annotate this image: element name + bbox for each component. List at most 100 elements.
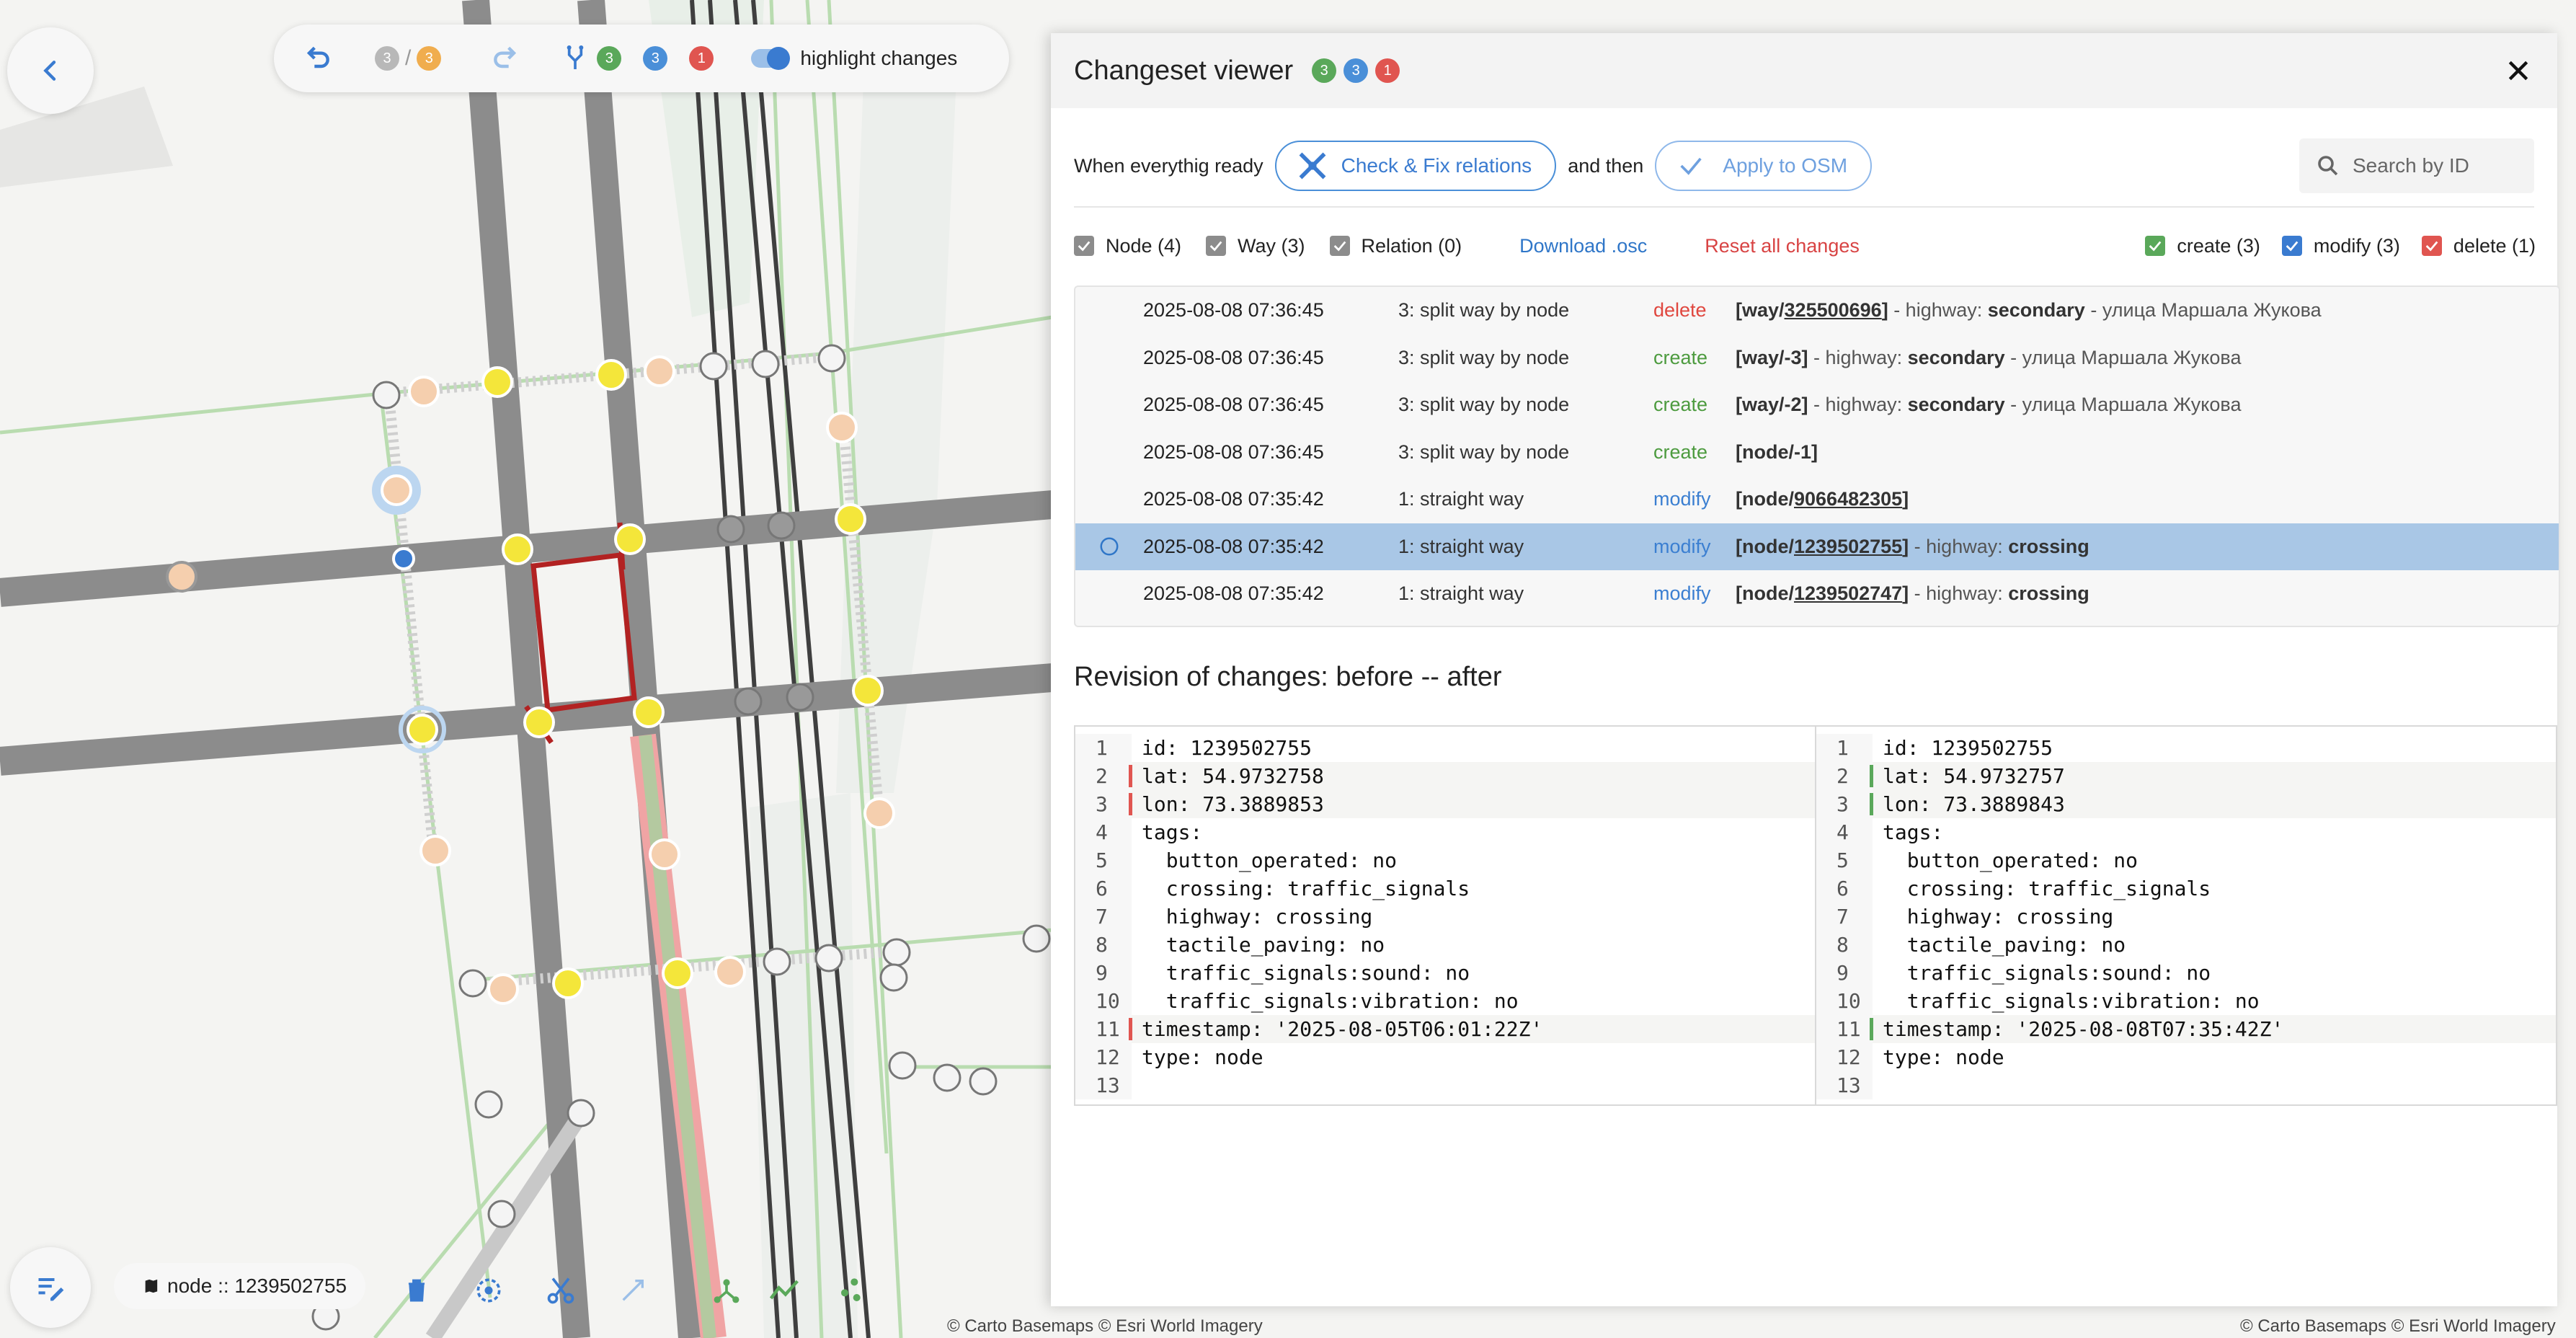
filter-delete-checkbox[interactable]: delete (1) bbox=[2421, 235, 2536, 257]
check-icon bbox=[1078, 241, 1091, 252]
header-create-badge: 3 bbox=[1312, 58, 1337, 83]
row-name: - улица Маршала Жукова bbox=[2004, 394, 2242, 416]
table-row-selected[interactable]: 2025-08-08 07:35:42 1: straight way modi… bbox=[1075, 523, 2559, 570]
chevron-left-icon bbox=[43, 61, 56, 81]
row-action: create bbox=[1653, 394, 1708, 416]
line-number: 6 bbox=[1816, 874, 1873, 903]
check-icon bbox=[2286, 241, 2299, 252]
header-delete-badge: 1 bbox=[1375, 58, 1400, 83]
toggle-switch[interactable] bbox=[751, 47, 791, 70]
code-text: highway: crossing bbox=[1883, 905, 2114, 929]
history-separator: / bbox=[405, 46, 412, 70]
line-number: 9 bbox=[1816, 959, 1873, 987]
node-branch-tool-button[interactable] bbox=[703, 1267, 750, 1313]
download-osc-link[interactable]: Download .osc bbox=[1519, 235, 1647, 257]
row-time: 2025-08-08 07:35:42 bbox=[1143, 535, 1324, 557]
row-time: 2025-08-08 07:35:42 bbox=[1143, 488, 1324, 510]
code-line: 7 highway: crossing bbox=[1075, 903, 1815, 931]
line-number: 4 bbox=[1075, 818, 1132, 846]
close-button[interactable] bbox=[2501, 53, 2536, 88]
changes-table: 2025-08-08 07:36:45 3: split way by node… bbox=[1074, 285, 2560, 627]
diff-after-pane: 1 id: 1239502755 2 lat: 54.9732757 3 lon: 73.… bbox=[1815, 725, 2557, 1106]
row-op: : split way by node bbox=[1409, 440, 1570, 463]
line-number: 5 bbox=[1816, 846, 1873, 874]
row-op-num: 3 bbox=[1398, 299, 1410, 322]
row-action: modify bbox=[1653, 535, 1711, 557]
table-row[interactable]: 2025-08-08 07:36:45 3: split way by node… bbox=[1075, 381, 2559, 429]
filter-create-checkbox[interactable]: create (3) bbox=[2145, 235, 2260, 257]
history-current-badge: 3 bbox=[375, 46, 399, 71]
code-line: 4 tags: bbox=[1816, 818, 2556, 846]
straighten-tool-button[interactable] bbox=[610, 1267, 656, 1313]
merge-icon bbox=[567, 45, 584, 69]
code-text: tags: bbox=[1883, 820, 1944, 844]
table-row[interactable]: 2025-08-08 07:35:42 1: straight way modi… bbox=[1075, 570, 2559, 618]
row-ref-suffix: ] bbox=[1902, 488, 1909, 510]
undo-button[interactable] bbox=[296, 37, 339, 80]
row-op: : split way by node bbox=[1409, 346, 1570, 368]
row-ref-prefix: [node/-1] bbox=[1736, 440, 1818, 463]
radio-circle-icon[interactable] bbox=[1098, 536, 1120, 557]
polyline-icon bbox=[769, 1280, 799, 1300]
points-tool-button[interactable] bbox=[829, 1267, 875, 1313]
edit-list-icon bbox=[38, 1277, 64, 1301]
code-text: type: node bbox=[1883, 1045, 2004, 1069]
filter-relation-label: Relation (0) bbox=[1361, 234, 1462, 257]
filter-relation-checkbox[interactable]: Relation (0) bbox=[1329, 234, 1462, 257]
line-number: 7 bbox=[1816, 903, 1873, 931]
row-osm-id-link[interactable]: 325500696 bbox=[1785, 299, 1882, 321]
changeset-toggle-button[interactable]: 3 3 1 bbox=[561, 43, 714, 74]
row-op-num: 3 bbox=[1398, 346, 1410, 368]
points-icon bbox=[841, 1278, 861, 1301]
circularize-tool-button[interactable] bbox=[466, 1267, 512, 1313]
row-osm-id-link[interactable]: 9066482305 bbox=[1794, 488, 1902, 510]
code-text: type: node bbox=[1142, 1045, 1263, 1069]
table-row[interactable]: 2025-08-08 07:35:42 1: straight way modi… bbox=[1075, 476, 2559, 523]
trash-icon bbox=[408, 1279, 425, 1302]
table-row[interactable]: 2025-08-08 07:36:45 3: split way by node… bbox=[1075, 287, 2559, 334]
filter-way-checkbox[interactable]: Way (3) bbox=[1206, 235, 1305, 257]
split-tool-button[interactable] bbox=[538, 1267, 584, 1313]
panel-header: Changeset viewer 3 3 1 bbox=[1051, 33, 2557, 108]
code-text: tactile_paving: no bbox=[1142, 933, 1385, 957]
line-tool-button[interactable] bbox=[761, 1267, 807, 1313]
highlight-toggle[interactable]: highlight changes bbox=[751, 47, 957, 70]
row-osm-id-link[interactable]: 1239502755 bbox=[1794, 536, 1902, 557]
row-ref-prefix: [node/ bbox=[1736, 582, 1794, 605]
apply-to-osm-button[interactable]: Apply to OSM bbox=[1655, 141, 1873, 191]
row-name: - улица Маршала Жукова bbox=[2004, 346, 2242, 368]
line-number: 5 bbox=[1075, 846, 1132, 874]
row-osm-id-link[interactable]: 1239502747 bbox=[1794, 582, 1902, 604]
line-number: 12 bbox=[1816, 1043, 1873, 1071]
history-total-badge: 3 bbox=[417, 46, 442, 71]
code-line: 12 type: node bbox=[1075, 1043, 1815, 1071]
table-row[interactable]: 2025-08-08 07:36:45 3: split way by node… bbox=[1075, 429, 2559, 477]
search-input[interactable]: Search by ID bbox=[2299, 138, 2534, 193]
selected-object-text: node :: 1239502755 bbox=[167, 1275, 347, 1297]
actions-row: When everythig ready Check & Fix relatio… bbox=[1074, 138, 2546, 193]
code-text: lat: 54.9732757 bbox=[1883, 764, 2065, 788]
table-row[interactable]: 2025-08-08 07:36:45 3: split way by node… bbox=[1075, 334, 2559, 382]
filter-node-checkbox[interactable]: Node (4) bbox=[1074, 235, 1181, 257]
code-text: lon: 73.3889853 bbox=[1142, 792, 1324, 816]
line-number: 10 bbox=[1075, 987, 1132, 1015]
create-count-badge: 3 bbox=[597, 46, 622, 71]
filter-modify-label: modify (3) bbox=[2313, 234, 2400, 257]
reset-all-changes-link[interactable]: Reset all changes bbox=[1705, 235, 1860, 257]
code-text: lat: 54.9732758 bbox=[1142, 764, 1324, 788]
line-number: 9 bbox=[1075, 959, 1132, 987]
check-fix-relations-button[interactable]: Check & Fix relations bbox=[1274, 141, 1557, 191]
edit-panel-button[interactable] bbox=[10, 1247, 91, 1328]
delete-tool-button[interactable] bbox=[394, 1267, 440, 1313]
filter-modify-checkbox[interactable]: modify (3) bbox=[2281, 234, 2400, 257]
code-line: 11 timestamp: '2025-08-08T07:35:42Z' bbox=[1816, 1015, 2556, 1043]
row-ref-prefix: [way/-3] bbox=[1736, 346, 1808, 368]
code-text: traffic_signals:sound: no bbox=[1142, 961, 1470, 985]
code-line: 4 tags: bbox=[1075, 818, 1815, 846]
row-op-num: 3 bbox=[1398, 440, 1410, 463]
redo-button[interactable] bbox=[484, 37, 528, 80]
check-icon bbox=[1209, 241, 1222, 252]
code-line: 9 traffic_signals:sound: no bbox=[1816, 959, 2556, 987]
back-button[interactable] bbox=[7, 27, 94, 114]
row-tag-value: secondary bbox=[1907, 394, 2005, 416]
